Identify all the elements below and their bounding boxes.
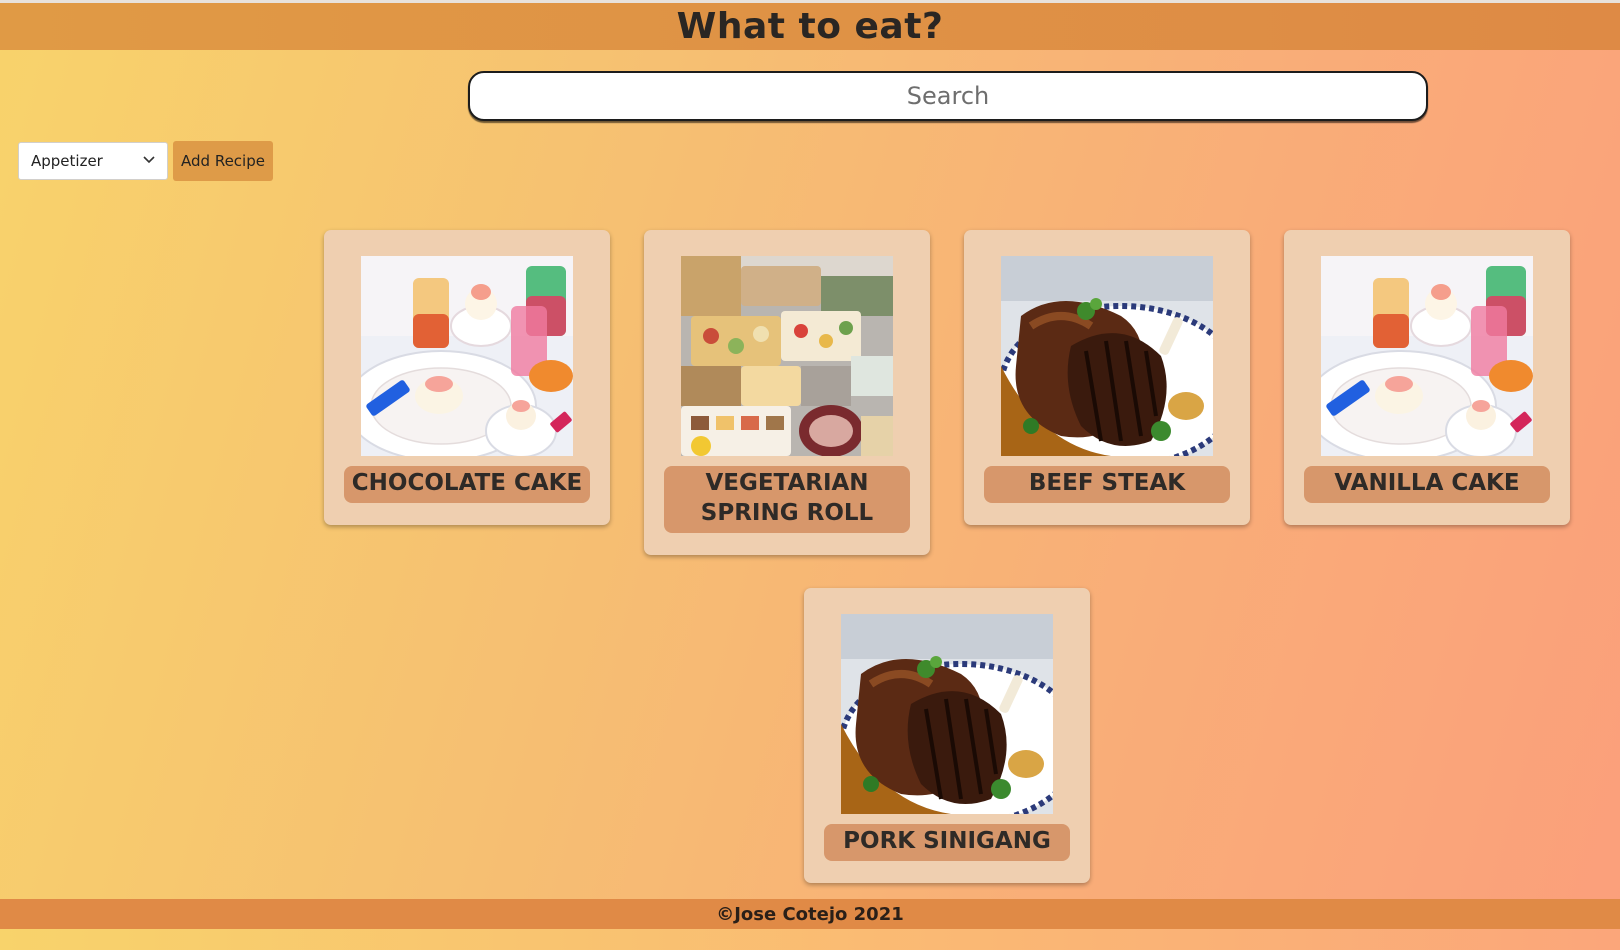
recipe-image <box>1001 256 1213 456</box>
add-recipe-button[interactable]: Add Recipe <box>173 141 273 181</box>
recipe-title: BEEF STEAK <box>984 466 1230 503</box>
recipe-title: PORK SINIGANG <box>824 824 1070 861</box>
recipe-card[interactable]: PORK SINIGANG <box>804 588 1090 883</box>
category-select[interactable]: Appetizer <box>18 142 168 180</box>
search-input[interactable] <box>468 71 1428 121</box>
recipe-title: CHOCOLATE CAKE <box>344 466 590 503</box>
recipe-image <box>1321 256 1533 456</box>
category-select-value: Appetizer <box>31 152 103 170</box>
recipe-title: VANILLA CAKE <box>1304 466 1550 503</box>
page-title: What to eat? <box>676 6 944 47</box>
recipe-card[interactable]: VEGETARIAN SPRING ROLL <box>644 230 930 555</box>
copyright-text: ©Jose Cotejo 2021 <box>716 903 904 925</box>
page-footer: ©Jose Cotejo 2021 <box>0 899 1620 929</box>
recipe-image <box>841 614 1053 814</box>
recipe-image <box>361 256 573 456</box>
recipe-image <box>681 256 893 456</box>
page-bottom-strip <box>0 929 1620 950</box>
recipe-title: VEGETARIAN SPRING ROLL <box>664 466 910 533</box>
chevron-down-icon <box>143 156 155 164</box>
recipe-card[interactable]: BEEF STEAK <box>964 230 1250 525</box>
page-header: What to eat? <box>0 3 1620 50</box>
recipe-card[interactable]: CHOCOLATE CAKE <box>324 230 610 525</box>
recipe-card[interactable]: VANILLA CAKE <box>1284 230 1570 525</box>
